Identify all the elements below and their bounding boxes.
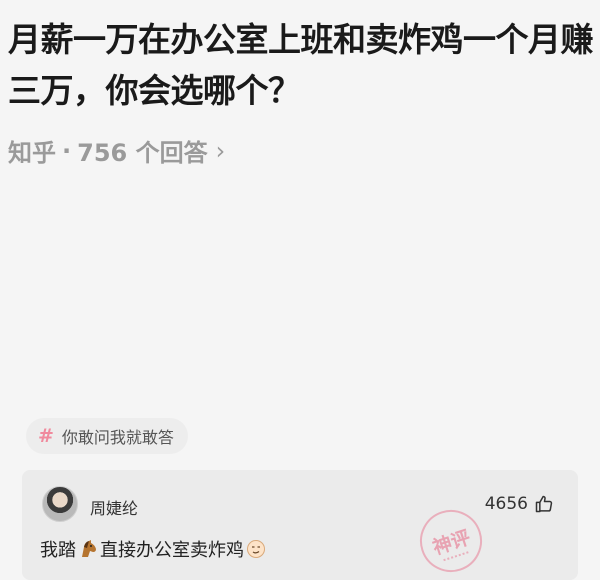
meta-separator: · — [62, 136, 72, 165]
answer-text-part2: 直接办公室卖炸鸡 — [100, 540, 244, 561]
topic-label: 你敢问我就敢答 — [61, 428, 174, 447]
hashtag-icon: # — [38, 425, 54, 447]
answer-text-part1: 我踏 — [40, 540, 76, 561]
vote-count: 4656 — [484, 494, 528, 514]
platform-name: 知乎 — [8, 139, 56, 167]
featured-comment-stamp: 神评 — [411, 501, 491, 580]
author-name[interactable]: 周婕纶 — [90, 495, 138, 519]
question-meta[interactable]: 知乎 · 756 个回答 › — [8, 133, 225, 168]
horse-face-emoji — [82, 540, 96, 557]
vote-button[interactable]: 4656 — [485, 494, 554, 514]
smirk-face-emoji — [247, 540, 265, 558]
topic-tag[interactable]: # 你敢问我就敢答 — [26, 418, 188, 454]
answers-count: 756 个回答 — [77, 139, 208, 167]
thumbs-up-icon — [535, 495, 553, 513]
chevron-right-icon: › — [215, 136, 226, 165]
answer-text[interactable]: 我踏 直接办公室卖炸鸡 — [40, 536, 268, 562]
avatar[interactable] — [42, 486, 78, 522]
question-title[interactable]: 月薪一万在办公室上班和卖炸鸡一个月赚三万，你会选哪个？ — [8, 14, 598, 116]
